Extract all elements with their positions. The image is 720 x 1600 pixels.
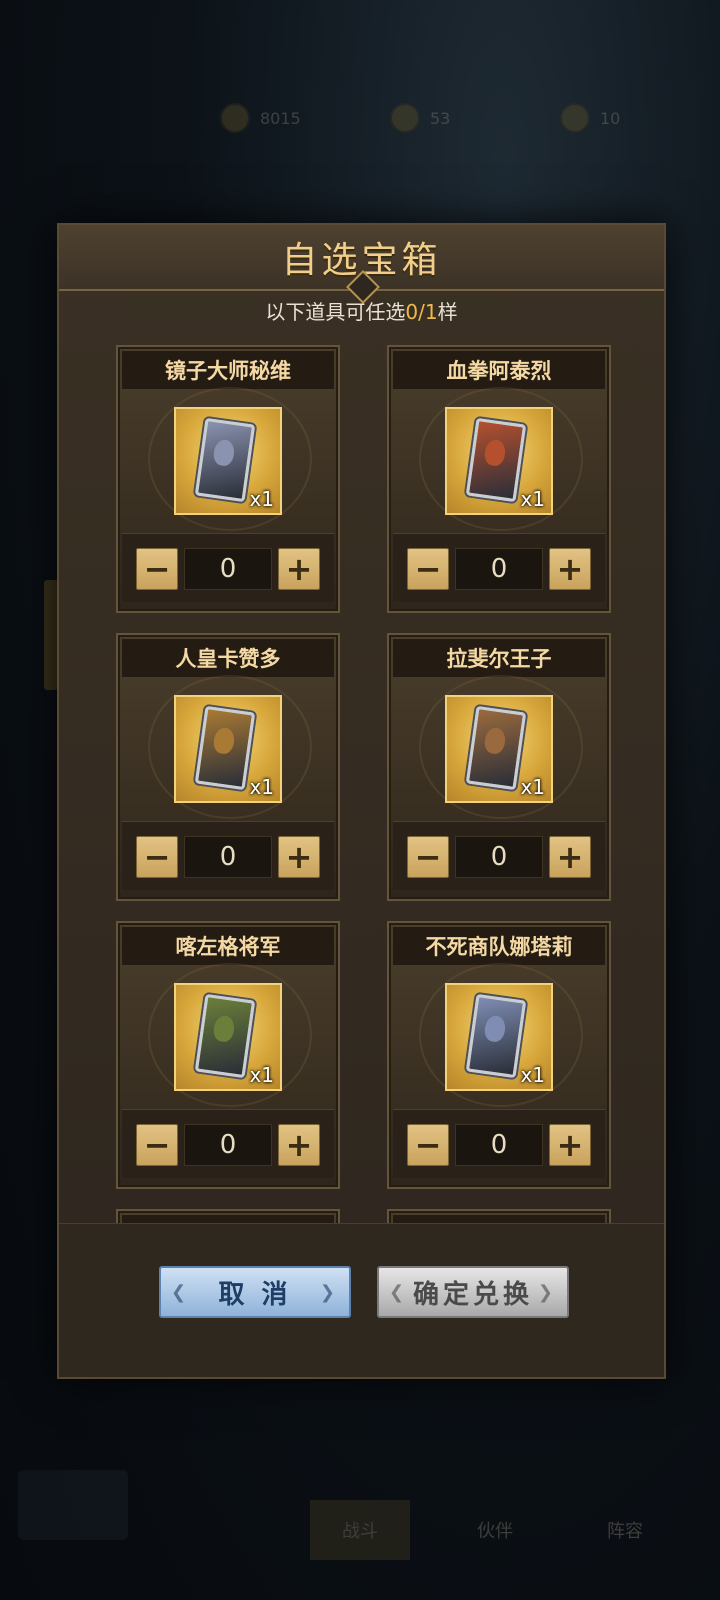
quantity-stepper: − 0 + xyxy=(122,821,334,890)
wing-left-icon: ❮ xyxy=(389,1282,409,1303)
currency-bar: 8015 53 10 xyxy=(220,100,720,136)
hero-portrait xyxy=(483,726,507,756)
currency-gold: 8015 xyxy=(220,100,301,136)
item-quantity: x1 xyxy=(520,1063,545,1087)
quantity-stepper: − 0 + xyxy=(393,1109,605,1178)
gold-coin-icon xyxy=(220,103,250,133)
selection-count: 0/1 xyxy=(405,300,438,324)
item-name: 人皇卡赞多 xyxy=(122,639,334,677)
item-slot[interactable]: x1 xyxy=(445,407,553,515)
wing-right-icon: ❯ xyxy=(537,1282,557,1303)
hero-card-icon xyxy=(465,417,527,503)
item-name: 不死商队娜塔莉 xyxy=(393,927,605,965)
increase-button[interactable]: + xyxy=(278,836,320,878)
quantity-stepper: − 0 + xyxy=(122,1109,334,1178)
bottom-nav: 战斗 伙伴 阵容 xyxy=(0,1440,720,1600)
hero-card-icon xyxy=(194,705,256,791)
item-quantity: x1 xyxy=(249,487,274,511)
chest-select-dialog: 自选宝箱 以下道具可任选0/1样 镜子大师秘维 x1 − 0 + 血拳阿泰烈 x xyxy=(57,223,666,1379)
item-quantity: x1 xyxy=(520,487,545,511)
item-card: 喀左格将军 x1 − 0 + xyxy=(116,921,340,1189)
gem-icon xyxy=(390,103,420,133)
item-grid[interactable]: 镜子大师秘维 x1 − 0 + 血拳阿泰烈 x1 − 0 + 人皇卡赞多 x1 … xyxy=(59,345,664,1223)
decrease-button[interactable]: − xyxy=(136,1124,178,1166)
quantity-value: 0 xyxy=(455,1124,543,1166)
hero-portrait xyxy=(483,1014,507,1044)
increase-button[interactable]: + xyxy=(549,548,591,590)
hero-card-icon xyxy=(465,993,527,1079)
item-slot[interactable]: x1 xyxy=(445,983,553,1091)
item-card: 不死商队娜塔莉 x1 − 0 + xyxy=(387,921,611,1189)
item-name: 拉斐尔王子 xyxy=(393,639,605,677)
quantity-value: 0 xyxy=(184,1124,272,1166)
item-slot[interactable]: x1 xyxy=(174,695,282,803)
item-name: 血拳阿泰烈 xyxy=(393,351,605,389)
quantity-value: 0 xyxy=(184,548,272,590)
hero-card-icon xyxy=(194,993,256,1079)
currency-ticket: 10 xyxy=(560,100,620,136)
item-quantity: x1 xyxy=(249,775,274,799)
quantity-stepper: − 0 + xyxy=(122,533,334,602)
item-card: 镜子大师秘维 x1 − 0 + xyxy=(116,345,340,613)
nav-battle: 战斗 xyxy=(310,1500,410,1560)
hero-portrait xyxy=(212,726,236,756)
item-quantity: x1 xyxy=(520,775,545,799)
increase-button[interactable]: + xyxy=(278,548,320,590)
item-slot[interactable]: x1 xyxy=(174,983,282,1091)
item-name: 喀左格将军 xyxy=(122,927,334,965)
quantity-value: 0 xyxy=(455,836,543,878)
hero-portrait xyxy=(212,438,236,468)
hero-portrait xyxy=(212,1014,236,1044)
quantity-stepper: − 0 + xyxy=(393,821,605,890)
decrease-button[interactable]: − xyxy=(407,548,449,590)
quantity-value: 0 xyxy=(184,836,272,878)
confirm-exchange-button[interactable]: ❮ 确定兑换 ❯ xyxy=(377,1266,569,1318)
decrease-button[interactable]: − xyxy=(136,836,178,878)
item-name: 镜子大师秘维 xyxy=(122,351,334,389)
increase-button[interactable]: + xyxy=(278,1124,320,1166)
item-slot[interactable]: x1 xyxy=(445,695,553,803)
increase-button[interactable]: + xyxy=(549,1124,591,1166)
side-tab xyxy=(44,580,58,690)
ticket-icon xyxy=(560,103,590,133)
item-card: 血拳阿泰烈 x1 − 0 + xyxy=(387,345,611,613)
wing-left-icon: ❮ xyxy=(171,1282,191,1303)
decrease-button[interactable]: − xyxy=(407,836,449,878)
hero-card-icon xyxy=(194,417,256,503)
nav-partner: 伙伴 xyxy=(477,1521,513,1542)
currency-gem: 53 xyxy=(390,100,450,136)
quantity-value: 0 xyxy=(455,548,543,590)
wing-right-icon: ❯ xyxy=(319,1282,339,1303)
decrease-button[interactable]: − xyxy=(136,548,178,590)
back-button xyxy=(18,1470,128,1540)
dialog-footer: ❮ 取 消 ❯ ❮ 确定兑换 ❯ xyxy=(59,1223,664,1377)
item-card: 人皇卡赞多 x1 − 0 + xyxy=(116,633,340,901)
decrease-button[interactable]: − xyxy=(407,1124,449,1166)
selection-hint: 以下道具可任选0/1样 xyxy=(265,300,458,324)
hero-card-icon xyxy=(465,705,527,791)
item-slot[interactable]: x1 xyxy=(174,407,282,515)
hero-portrait xyxy=(483,438,507,468)
item-quantity: x1 xyxy=(249,1063,274,1087)
item-card-clipped xyxy=(387,1209,611,1223)
cancel-button[interactable]: ❮ 取 消 ❯ xyxy=(159,1266,351,1318)
increase-button[interactable]: + xyxy=(549,836,591,878)
item-card: 拉斐尔王子 x1 − 0 + xyxy=(387,633,611,901)
item-card-clipped xyxy=(116,1209,340,1223)
quantity-stepper: − 0 + xyxy=(393,533,605,602)
nav-lineup: 阵容 xyxy=(607,1521,643,1542)
